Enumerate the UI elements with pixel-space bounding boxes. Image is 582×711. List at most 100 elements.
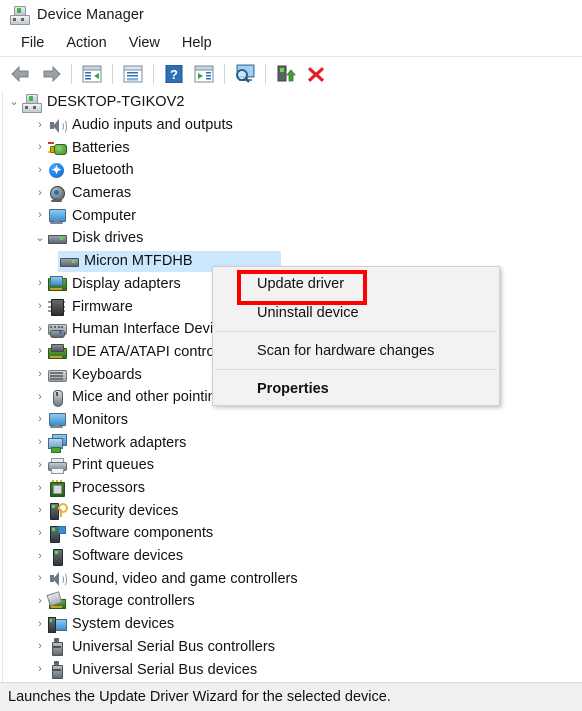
expander-collapsed-icon[interactable]: › xyxy=(32,278,48,289)
expander-collapsed-icon[interactable]: › xyxy=(32,119,48,131)
expander-collapsed-icon[interactable]: › xyxy=(32,346,48,357)
context-menu-item-scan-for-hardware-changes[interactable]: Scan for hardware changes xyxy=(213,336,499,365)
network-adapter-icon xyxy=(48,434,67,454)
tree-node-cameras[interactable]: › Cameras xyxy=(0,182,582,205)
tree-node-audio-inputs-and-outputs[interactable]: › Audio inputs and outputs xyxy=(0,114,582,137)
expander-collapsed-icon[interactable]: › xyxy=(32,210,48,221)
tree-node-label: Storage controllers xyxy=(72,593,195,610)
security-device-icon xyxy=(48,502,68,521)
toolbar-separator-5 xyxy=(265,64,266,84)
uninstall-device-button[interactable] xyxy=(302,61,330,87)
enable-device-button[interactable] xyxy=(272,61,300,87)
expander-collapsed-icon[interactable]: › xyxy=(32,505,48,516)
tree-node-disk-drives[interactable]: ⌄ Disk drives xyxy=(0,227,582,250)
tree-node-label: Software devices xyxy=(72,548,184,565)
tree-node-print-queues[interactable]: › Print queues xyxy=(0,454,582,477)
tree-node-system-devices[interactable]: › System devices xyxy=(0,613,582,636)
context-menu-item-properties[interactable]: Properties xyxy=(213,374,499,403)
tree-node-network-adapters[interactable]: › Network adapters xyxy=(0,431,582,454)
human-interface-device-icon xyxy=(48,321,67,338)
expander-collapsed-icon[interactable]: › xyxy=(32,550,48,562)
expander-collapsed-icon[interactable]: › xyxy=(32,323,48,335)
disk-drive-icon xyxy=(48,230,67,247)
expander-collapsed-icon[interactable]: › xyxy=(32,414,48,425)
tree-node-bluetooth[interactable]: › ✦ Bluetooth xyxy=(0,159,582,182)
show-hide-console-tree-button[interactable] xyxy=(78,61,106,87)
expander-collapsed-icon[interactable]: › xyxy=(32,482,48,494)
tree-node-label: System devices xyxy=(72,616,175,633)
tree-node-processors[interactable]: › Processors xyxy=(0,477,582,500)
expander-collapsed-icon[interactable]: › xyxy=(32,301,48,312)
toolbar-separator-2 xyxy=(112,64,113,84)
menu-help[interactable]: Help xyxy=(171,33,223,53)
ide-controller-icon xyxy=(48,343,67,360)
forward-button[interactable] xyxy=(37,61,65,87)
camera-icon xyxy=(48,185,65,202)
speaker-icon xyxy=(48,117,67,134)
tree-node-label: Software components xyxy=(72,525,214,542)
tree-node-batteries[interactable]: › Batteries xyxy=(0,136,582,159)
computer-icon xyxy=(22,93,42,113)
display-adapter-icon xyxy=(48,275,67,292)
expander-collapsed-icon[interactable]: › xyxy=(32,664,48,675)
tree-node-label: Universal Serial Bus controllers xyxy=(72,638,276,655)
context-menu-item-update-driver[interactable]: Update driver xyxy=(213,269,499,298)
context-menu-separator-2 xyxy=(215,369,497,370)
firmware-chip-icon xyxy=(48,298,65,317)
expander-expanded-icon[interactable]: ⌄ xyxy=(6,96,22,108)
tree-node-label: Universal Serial Bus devices xyxy=(72,661,258,678)
tree-node-desktop-tgikov2[interactable]: ⌄ DESKTOP-TGIKOV2 xyxy=(0,91,582,114)
context-menu-item-uninstall-device[interactable]: Uninstall device xyxy=(213,298,499,327)
tree-node-computer[interactable]: › Computer xyxy=(0,204,582,227)
expander-collapsed-icon[interactable]: › xyxy=(32,142,48,153)
scan-hardware-changes-button[interactable] xyxy=(231,61,259,87)
storage-controller-icon xyxy=(46,591,66,610)
tree-node-storage-controllers[interactable]: › Storage controllers xyxy=(0,590,582,613)
context-menu[interactable]: Update driver Uninstall device Scan for … xyxy=(212,266,500,406)
bluetooth-icon: ✦ xyxy=(48,162,65,179)
properties-button[interactable] xyxy=(119,61,147,87)
context-menu-separator-1 xyxy=(215,331,497,332)
expander-collapsed-icon[interactable]: › xyxy=(32,618,48,630)
tree-node-security-devices[interactable]: › Security devices xyxy=(0,499,582,522)
update-driver-button[interactable] xyxy=(190,61,218,87)
expander-collapsed-icon[interactable]: › xyxy=(32,459,48,471)
expander-collapsed-icon[interactable]: › xyxy=(32,595,48,607)
expander-collapsed-icon[interactable]: › xyxy=(32,369,48,380)
back-arrow-icon xyxy=(11,65,29,83)
help-button[interactable]: ? xyxy=(160,61,188,87)
status-bar: Launches the Update Driver Wizard for th… xyxy=(0,682,582,711)
tree-node-label: Network adapters xyxy=(72,434,187,451)
monitor-icon xyxy=(48,411,66,429)
expander-collapsed-icon[interactable]: › xyxy=(32,527,48,539)
mouse-icon xyxy=(48,389,65,407)
tree-node-universal-serial-bus-controllers[interactable]: › Universal Serial Bus controllers xyxy=(0,636,582,659)
expander-collapsed-icon[interactable]: › xyxy=(32,573,48,584)
update-driver-icon xyxy=(194,65,214,83)
menu-view[interactable]: View xyxy=(118,33,171,53)
svg-text:?: ? xyxy=(170,67,178,82)
usb-icon xyxy=(48,638,65,657)
menu-file[interactable]: File xyxy=(10,33,55,53)
tree-node-label: Sound, video and game controllers xyxy=(72,570,298,587)
expander-expanded-icon[interactable]: ⌄ xyxy=(32,232,48,244)
expander-collapsed-icon[interactable]: › xyxy=(32,391,48,403)
tree-node-software-components[interactable]: › Software components xyxy=(0,522,582,545)
title-bar: Device Manager xyxy=(0,0,582,30)
tree-node-label: Computer xyxy=(72,207,137,224)
tree-node-label: Security devices xyxy=(72,502,179,519)
status-text: Launches the Update Driver Wizard for th… xyxy=(8,689,391,705)
software-component-icon xyxy=(48,525,66,543)
tree-node-universal-serial-bus-devices[interactable]: › Universal Serial Bus devices xyxy=(0,658,582,681)
expander-collapsed-icon[interactable]: › xyxy=(32,187,48,199)
expander-collapsed-icon[interactable]: › xyxy=(32,164,48,176)
tree-node-monitors[interactable]: › Monitors xyxy=(0,409,582,432)
expander-collapsed-icon[interactable]: › xyxy=(32,437,48,448)
expander-collapsed-icon[interactable]: › xyxy=(32,641,48,652)
tree-node-sound-video-and-game-controllers[interactable]: › Sound, video and game controllers xyxy=(0,567,582,590)
tree-node-software-devices[interactable]: › Software devices xyxy=(0,545,582,568)
menu-action[interactable]: Action xyxy=(55,33,117,53)
back-button[interactable] xyxy=(7,61,35,87)
toolbar-separator-3 xyxy=(153,64,154,84)
scan-monitor-icon xyxy=(236,64,255,83)
